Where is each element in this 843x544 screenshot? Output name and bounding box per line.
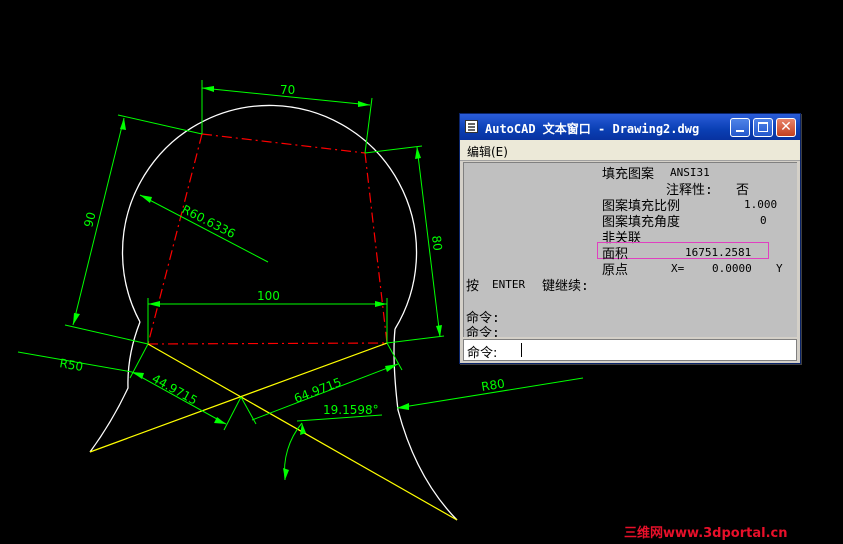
minimize-icon bbox=[736, 130, 744, 132]
left-lower-arc bbox=[89, 321, 141, 453]
dim-right-height: 80 bbox=[429, 235, 445, 252]
origin-label: 原点 bbox=[602, 263, 629, 278]
origin-y-label: Y bbox=[776, 262, 783, 275]
origin-x-label: X= bbox=[671, 262, 685, 275]
command-prompt: 命令: bbox=[467, 346, 498, 361]
part-outline bbox=[89, 104, 458, 521]
dim-radius-left: R50 bbox=[58, 356, 84, 374]
dim-angle: 19.1598° bbox=[323, 403, 379, 417]
command-input[interactable]: 命令: bbox=[463, 339, 797, 361]
maximize-button[interactable] bbox=[753, 118, 773, 137]
menu-edit[interactable]: 编辑(E) bbox=[467, 143, 508, 160]
annotative-value: 否 bbox=[736, 183, 750, 198]
hatch-pattern-value: ANSI31 bbox=[670, 166, 710, 179]
dim-mid-width: 100 bbox=[257, 289, 280, 303]
text-output[interactable]: 填充图案 ANSI31 注释性: 否 图案填充比例 1.000 图案填充角度 0… bbox=[463, 162, 797, 337]
menu-bar: 编辑(E) bbox=[460, 140, 800, 161]
origin-x-value: 0.0000 bbox=[712, 262, 752, 275]
document-icon[interactable] bbox=[465, 120, 478, 133]
maximize-icon bbox=[758, 122, 768, 132]
close-button[interactable]: ✕ bbox=[776, 118, 796, 137]
minimize-button[interactable] bbox=[730, 118, 750, 137]
right-lower-arc bbox=[393, 328, 458, 521]
dim-top-width: 70 bbox=[280, 83, 295, 97]
window-titlebar[interactable]: AutoCAD 文本窗口 - Drawing2.dwg ✕ bbox=[460, 114, 800, 140]
continue-suffix: 键继续: bbox=[542, 279, 589, 294]
dim-dist-right: 64.9715 bbox=[292, 375, 343, 406]
dim-radius-circle: R60.6336 bbox=[180, 202, 238, 241]
dim-dist-left: 44.9715 bbox=[150, 371, 200, 407]
continue-key: ENTER bbox=[492, 278, 526, 291]
dim-left-height: 90 bbox=[81, 211, 98, 229]
hatch-pattern-label: 填充图案 bbox=[602, 167, 655, 182]
watermark: 三维网www.3dportal.cn bbox=[624, 526, 788, 541]
area-value: 16751.2581 bbox=[685, 246, 752, 259]
hatch-angle-value: 0 bbox=[760, 214, 767, 227]
hatch-scale-value: 1.000 bbox=[744, 198, 778, 211]
close-icon: ✕ bbox=[780, 119, 792, 135]
text-caret bbox=[521, 343, 522, 357]
center-lines bbox=[147, 133, 388, 345]
continue-prefix: 按 bbox=[466, 279, 480, 294]
autocad-text-window[interactable]: AutoCAD 文本窗口 - Drawing2.dwg ✕ 编辑(E) 填充图案… bbox=[459, 113, 801, 364]
dimension-arrows bbox=[73, 86, 442, 480]
history-command-2: 命令: bbox=[466, 326, 500, 337]
window-title: AutoCAD 文本窗口 - Drawing2.dwg bbox=[485, 122, 700, 136]
